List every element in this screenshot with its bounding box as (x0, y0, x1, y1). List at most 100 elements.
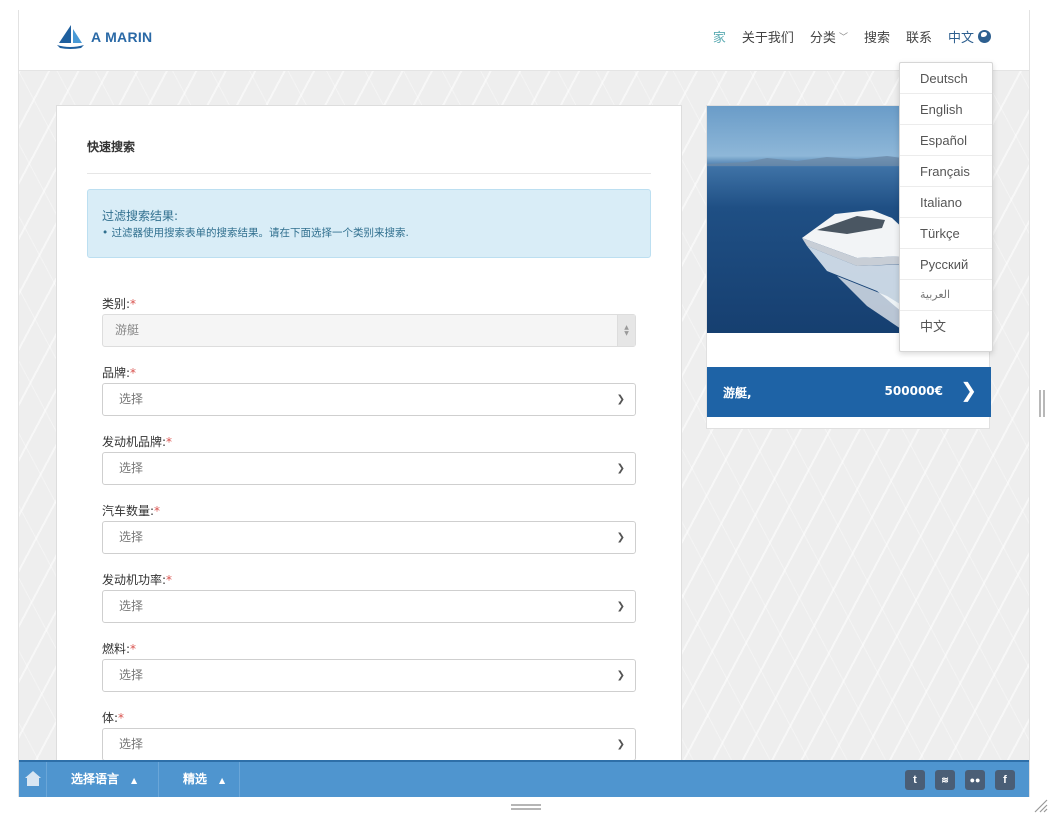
fuel-select[interactable]: 选择 ❯ (102, 659, 636, 692)
vertical-resize-grip[interactable] (1039, 390, 1045, 417)
field-label-text: 发动机功率: (102, 573, 167, 587)
triangle-up-icon: ▲ (131, 776, 138, 785)
chevron-down-icon: ﹀ (838, 33, 848, 43)
engine-brand-select[interactable]: 选择 ❯ (102, 452, 636, 485)
lang-option-chinese[interactable]: 中文 (900, 311, 992, 342)
bottom-toolbar: 选择语言 ▲ 精选 ▲ t ≋ ●● f (19, 760, 1029, 797)
globe-icon (978, 30, 991, 43)
select-value: 选择 (119, 461, 144, 475)
listing-price: 500000€ (884, 384, 943, 398)
nav-search[interactable]: 搜索 (864, 27, 890, 46)
lang-option-italiano[interactable]: Italiano (900, 187, 992, 218)
chevron-down-icon: ❯ (616, 394, 625, 405)
select-value: 选择 (119, 668, 144, 682)
nav-categories[interactable]: 分类 ﹀ (810, 27, 848, 46)
listing-info-bar[interactable]: 游艇, 500000€ ❯ (707, 367, 991, 417)
lang-option-arabic[interactable]: العربية (900, 280, 992, 311)
field-brand: 品牌:* 选择 ❯ (102, 365, 636, 416)
lang-option-espanol[interactable]: Español (900, 125, 992, 156)
chevron-down-icon: ❯ (616, 532, 625, 543)
lang-option-russian[interactable]: Русский (900, 249, 992, 280)
required-mark: * (154, 504, 161, 518)
nav-about-label: 关于我们 (741, 31, 794, 46)
info-alert: 过滤搜索结果: • 过滤器使用搜索表单的搜索结果。请在下面选择一个类别来搜索. (87, 189, 651, 258)
main-nav: 家 关于我们 分类 ﹀ 搜索 联系 中文 (697, 27, 991, 46)
chevron-down-icon: ❯ (616, 463, 625, 474)
social-icons: t ≋ ●● f (895, 770, 1015, 790)
sailboat-logo-icon (57, 25, 84, 49)
select-value: 选择 (119, 737, 144, 751)
field-label: 体:* (102, 710, 636, 726)
rss-icon[interactable]: ≋ (935, 770, 955, 790)
chevron-right-icon[interactable]: ❯ (960, 378, 977, 402)
featured-label: 精选 (183, 772, 208, 786)
alert-title: 过滤搜索结果: (102, 209, 179, 223)
engine-count-select[interactable]: 选择 ❯ (102, 521, 636, 554)
facebook-icon[interactable]: f (995, 770, 1015, 790)
twitter-icon[interactable]: t (905, 770, 925, 790)
horizontal-resize-grip[interactable] (511, 804, 541, 810)
field-label: 燃料:* (102, 641, 636, 657)
logo-text: A MARIN (91, 29, 153, 45)
resize-corner-icon[interactable] (1034, 799, 1048, 813)
listing-name: 游艇, (723, 386, 752, 400)
divider (87, 173, 651, 174)
language-dropdown: Deutsch English Español Français Italian… (899, 62, 993, 352)
field-label-text: 类别: (102, 297, 131, 311)
alert-text: • 过滤器使用搜索表单的搜索结果。请在下面选择一个类别来搜索. (102, 227, 409, 239)
select-language-button[interactable]: 选择语言 ▲ (47, 762, 159, 797)
field-engine-brand: 发动机品牌:* 选择 ❯ (102, 434, 636, 485)
select-value: 选择 (119, 599, 144, 613)
quick-search-panel: 快速搜索 过滤搜索结果: • 过滤器使用搜索表单的搜索结果。请在下面选择一个类别… (56, 105, 682, 797)
nav-language[interactable]: 中文 (948, 27, 991, 46)
nav-home-label: 家 (712, 31, 726, 46)
field-label-text: 发动机品牌: (102, 435, 167, 449)
field-label: 汽车数量:* (102, 503, 636, 519)
chevron-down-icon: ❯ (616, 601, 625, 612)
site-header: A MARIN 家 关于我们 分类 ﹀ 搜索 联系 中文 (19, 10, 1029, 71)
category-select[interactable]: 游艇 ▲ ▼ (102, 314, 636, 347)
home-icon[interactable] (19, 762, 47, 797)
engine-power-select[interactable]: 选择 ❯ (102, 590, 636, 623)
triangle-up-icon: ▲ (219, 776, 226, 785)
nav-language-label: 中文 (947, 31, 974, 46)
lang-option-english[interactable]: English (900, 94, 992, 125)
required-mark: * (130, 366, 137, 380)
chevron-down-icon: ❯ (616, 670, 625, 681)
brand-select[interactable]: 选择 ❯ (102, 383, 636, 416)
nav-about[interactable]: 关于我们 (742, 27, 794, 46)
spinner-arrows-icon: ▲ ▼ (617, 315, 635, 346)
field-label-text: 汽车数量: (102, 504, 155, 518)
field-body: 体:* 选择 ❯ (102, 710, 636, 761)
field-engine-power: 发动机功率:* 选择 ❯ (102, 572, 636, 623)
site-logo[interactable]: A MARIN (55, 24, 152, 50)
nav-home[interactable]: 家 (713, 27, 726, 46)
required-mark: * (118, 711, 125, 725)
select-value: 游艇 (115, 323, 140, 337)
select-language-label: 选择语言 (71, 772, 120, 786)
field-label: 发动机品牌:* (102, 434, 636, 450)
page-frame: A MARIN 家 关于我们 分类 ﹀ 搜索 联系 中文 快速搜索 过滤搜索结果:… (18, 10, 1030, 797)
flickr-icon[interactable]: ●● (965, 770, 985, 790)
field-engine-count: 汽车数量:* 选择 ❯ (102, 503, 636, 554)
field-category: 类别:* 游艇 ▲ ▼ (102, 296, 636, 347)
field-label-text: 燃料: (102, 642, 131, 656)
nav-categories-label: 分类 (809, 31, 836, 46)
lang-option-turkce[interactable]: Türkçe (900, 218, 992, 249)
body-select[interactable]: 选择 ❯ (102, 728, 636, 761)
field-label: 品牌:* (102, 365, 636, 381)
chevron-down-icon: ❯ (616, 739, 625, 750)
panel-title: 快速搜索 (87, 140, 136, 154)
lang-option-deutsch[interactable]: Deutsch (900, 63, 992, 94)
required-mark: * (166, 573, 173, 587)
lang-option-francais[interactable]: Français (900, 156, 992, 187)
field-fuel: 燃料:* 选择 ❯ (102, 641, 636, 692)
select-value: 选择 (119, 392, 144, 406)
field-label-text: 体: (102, 711, 119, 725)
nav-contact[interactable]: 联系 (906, 27, 932, 46)
featured-button[interactable]: 精选 ▲ (159, 762, 240, 797)
field-label: 类别:* (102, 296, 636, 312)
nav-search-label: 搜索 (863, 31, 890, 46)
field-label: 发动机功率:* (102, 572, 636, 588)
required-mark: * (130, 297, 137, 311)
